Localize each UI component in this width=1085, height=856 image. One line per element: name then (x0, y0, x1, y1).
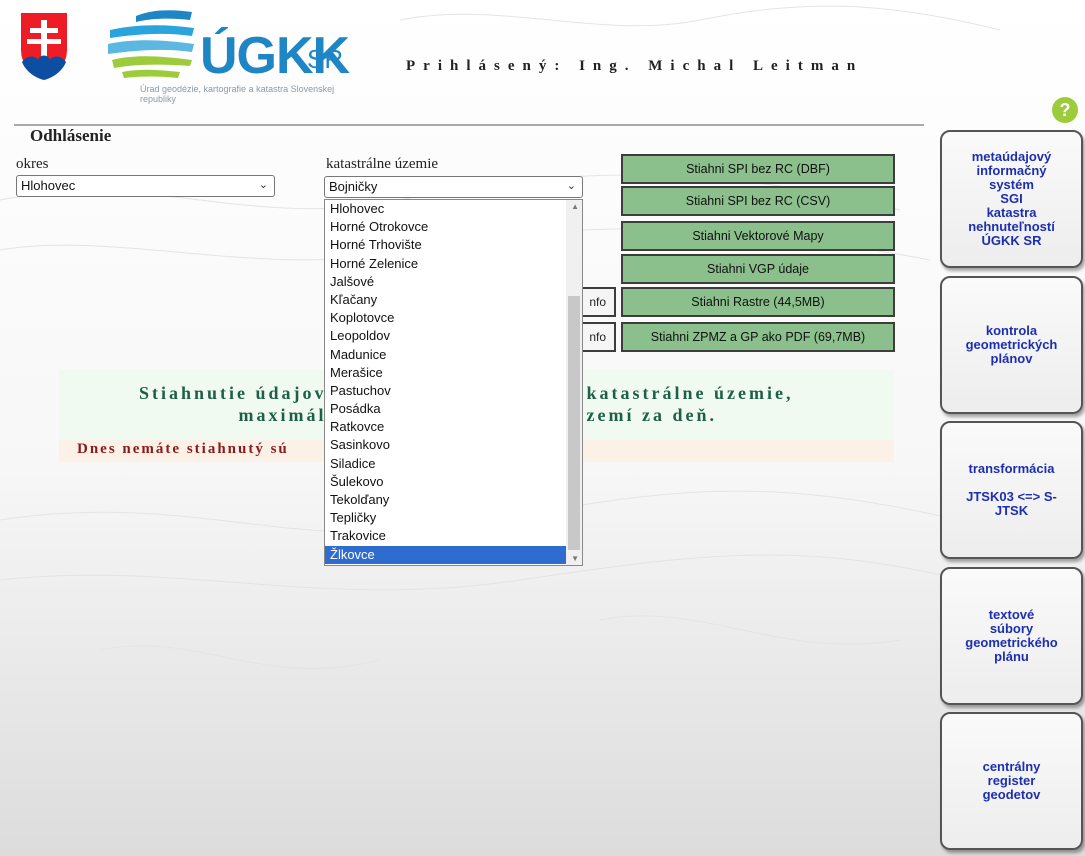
notice-line1-left: Stiahnutie údajov (138, 383, 327, 403)
logo-suffix: SR (307, 44, 344, 74)
central-surveyor-register-button[interactable]: centrálny register geodetov (940, 712, 1083, 850)
scrollbar-thumb[interactable] (568, 296, 580, 550)
dropdown-scrollbar[interactable]: ▲ ▼ (566, 200, 582, 565)
chevron-down-icon: ⌄ (258, 179, 268, 191)
katastralne-uzemie-select[interactable]: Bojničky ⌄ (324, 176, 583, 198)
central-surveyor-register-label: centrálny register geodetov (982, 759, 1041, 802)
dropdown-option[interactable]: Posádka (325, 400, 582, 418)
okres-select-value: Hlohovec (21, 178, 76, 193)
ugkk-logo-icon (108, 10, 194, 78)
download-spi-dbf-button[interactable]: Stiahni SPI bez RC (DBF) (621, 154, 895, 184)
dropdown-option[interactable]: Ratkovce (325, 418, 582, 436)
dropdown-option[interactable]: Madunice (325, 346, 582, 364)
katastralne-uzemie-label: katastrálne územie (326, 156, 439, 172)
dropdown-option[interactable]: Tepličky (325, 509, 582, 527)
chevron-down-icon: ⌄ (566, 180, 576, 192)
logout-link[interactable]: Odhlásenie (30, 126, 111, 146)
dropdown-option[interactable]: Koplotovce (325, 309, 582, 327)
dropdown-option[interactable]: Horné Otrokovce (325, 218, 582, 236)
scroll-down-icon[interactable]: ▼ (571, 554, 579, 563)
geometric-plan-text-files-button[interactable]: textové súbory geometrického plánu (940, 567, 1083, 705)
okres-select[interactable]: Hlohovec ⌄ (16, 175, 275, 197)
logo-subtitle: Úrad geodézie, kartografie a katastra Sl… (140, 84, 335, 104)
dropdown-option[interactable]: Pastuchov (325, 382, 582, 400)
dropdown-option[interactable]: Jalšové (325, 273, 582, 291)
geometric-plan-text-files-label: textové súbory geometrického plánu (965, 607, 1058, 664)
geometric-plan-check-label: kontrola geometrických plánov (965, 323, 1058, 366)
download-zpmz-gp-button[interactable]: Stiahni ZPMZ a GP ako PDF (69,7MB) (621, 322, 895, 352)
warning-text: Dnes nemáte stiahnutý sú (77, 441, 289, 457)
logged-in-user: Prihlásený: Ing. Michal Leitman (406, 58, 864, 74)
geometric-plan-check-button[interactable]: kontrola geometrických plánov (940, 276, 1083, 414)
dropdown-option[interactable]: Trakovice (325, 527, 582, 545)
help-icon[interactable]: ? (1052, 97, 1078, 123)
notice-line2-left: maximál (238, 405, 327, 425)
dropdown-option[interactable]: Šulekovo (325, 473, 582, 491)
katastralne-uzemie-dropdown-list[interactable]: Hlohovec Horné Otrokovce Horné Trhovište Ho… (324, 199, 583, 566)
download-spi-csv-button[interactable]: Stiahni SPI bez RC (CSV) (621, 186, 895, 216)
dropdown-option[interactable]: Žlkovce (325, 545, 582, 564)
dropdown-option[interactable]: Leopoldov (325, 327, 582, 345)
katastralne-uzemie-select-value: Bojničky (329, 179, 378, 194)
notice-line2-right: zemí za deň. (586, 405, 717, 425)
dropdown-option[interactable]: Hlohovec (325, 200, 582, 218)
dropdown-option[interactable]: Kľačany (325, 291, 582, 309)
metadata-system-label: metaúdajový informačný systém SGI katast… (968, 149, 1055, 248)
transformation-button[interactable]: transformácia JTSK03 <=> S- JTSK (940, 421, 1083, 559)
download-vgp-button[interactable]: Stiahni VGP údaje (621, 254, 895, 284)
dropdown-option[interactable]: Sasinkovo (325, 436, 582, 454)
dropdown-option[interactable]: Horné Zelenice (325, 255, 582, 273)
metadata-system-button[interactable]: metaúdajový informačný systém SGI katast… (940, 130, 1083, 268)
download-rastre-button[interactable]: Stiahni Rastre (44,5MB) (621, 287, 895, 317)
download-vector-maps-button[interactable]: Stiahni Vektorové Mapy (621, 221, 895, 251)
dropdown-option[interactable]: Horné Trhovište (325, 236, 582, 254)
header-divider (14, 124, 924, 126)
notice-line1-right: katastrálne územie, (586, 383, 794, 403)
transformation-label: transformácia JTSK03 <=> S- JTSK (966, 461, 1057, 518)
header: ÚGKK SR Úrad geodézie, kartografie a kat… (0, 0, 1085, 126)
scroll-up-icon[interactable]: ▲ (571, 202, 579, 211)
dropdown-option[interactable]: Merašice (325, 364, 582, 382)
okres-label: okres (16, 156, 49, 172)
slovak-coat-of-arms-icon (19, 11, 69, 82)
dropdown-option[interactable]: Tekolďany (325, 491, 582, 509)
dropdown-option[interactable]: Siladice (325, 455, 582, 473)
